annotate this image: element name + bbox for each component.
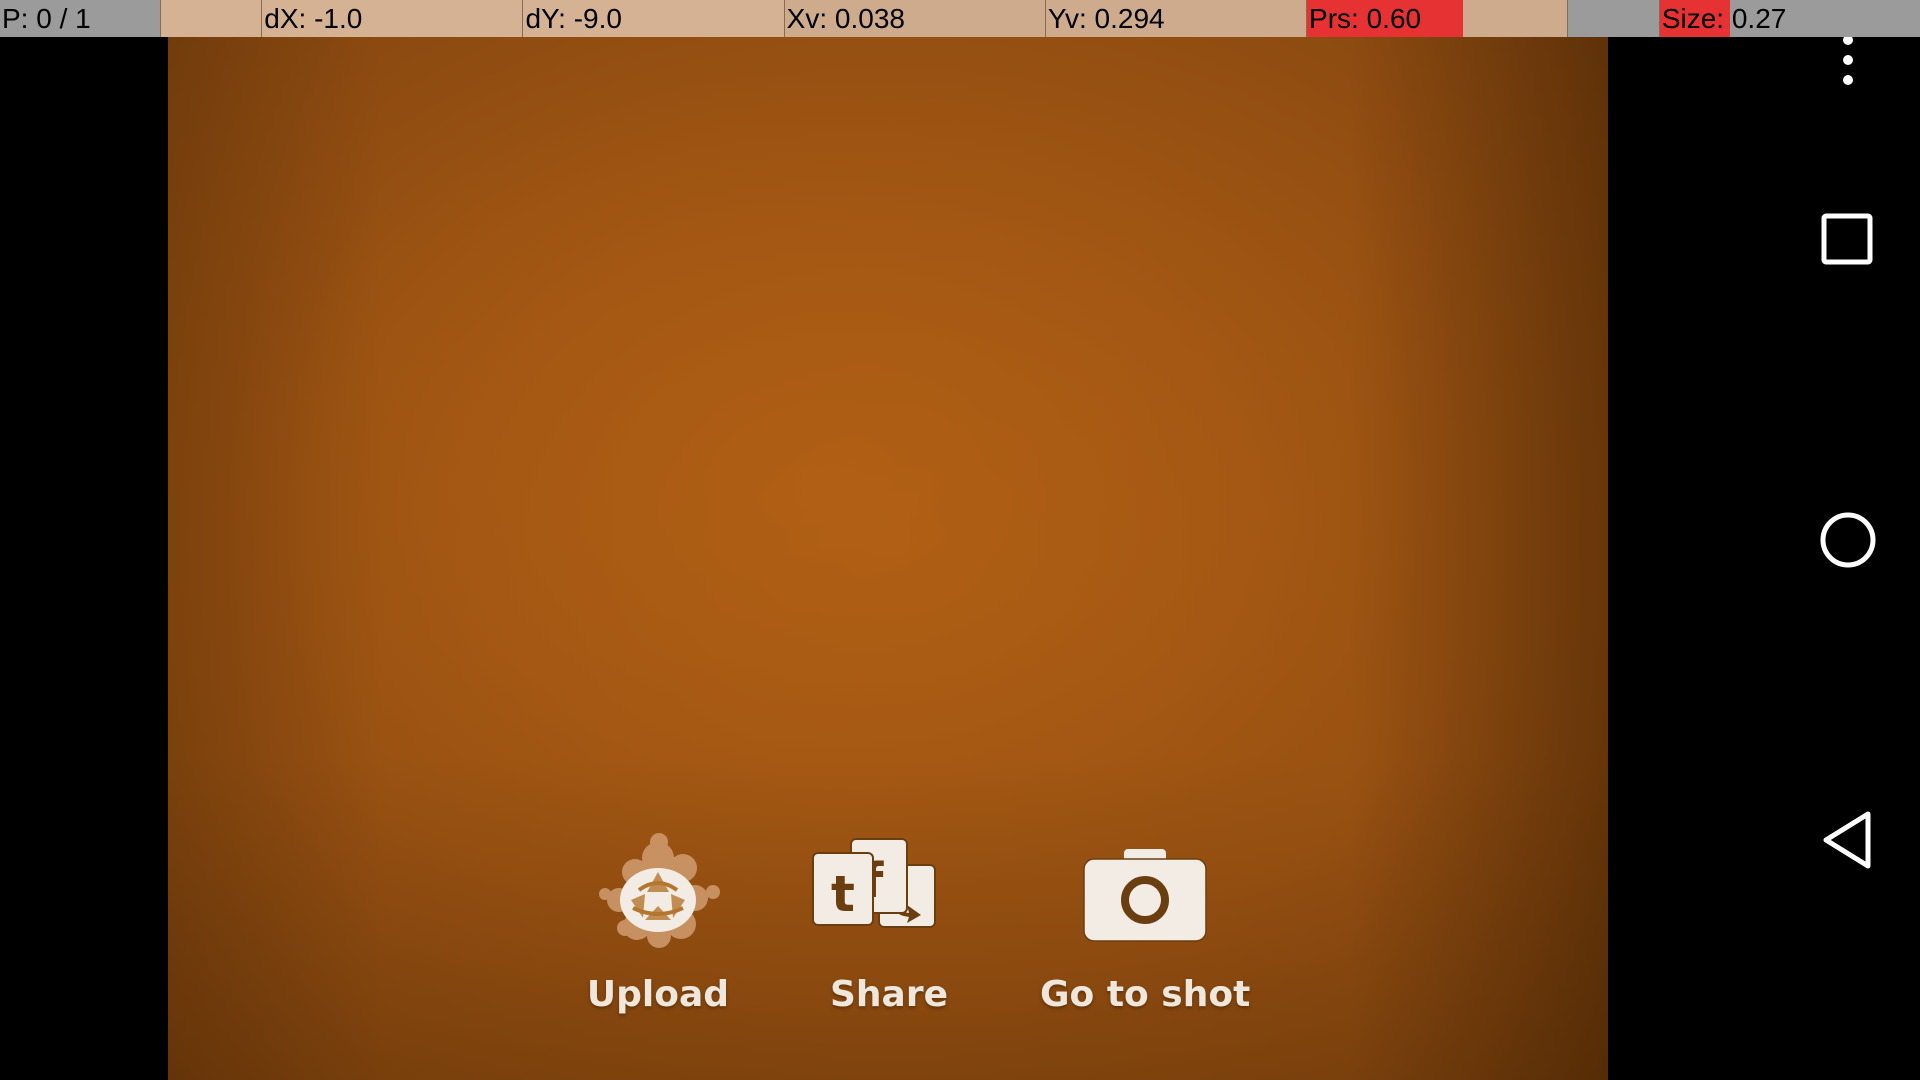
home-circle-icon — [1820, 512, 1876, 568]
pointer-size: Size: 0.27 — [1658, 0, 1920, 37]
pointer-delta-y: dY: -9.0 — [522, 0, 784, 37]
go-to-shot-button[interactable]: Go to shot — [1040, 820, 1250, 1015]
recents-button[interactable] — [1808, 200, 1888, 280]
go-to-shot-label: Go to shot — [1040, 974, 1251, 1015]
back-triangle-icon — [1823, 811, 1871, 869]
pointer-velocity-y: Yv: 0.294 — [1044, 0, 1307, 37]
share-button[interactable]: f t Share — [809, 820, 969, 1015]
pointer-count: P: 0 / 1 — [0, 0, 161, 37]
share-label: Share — [829, 974, 949, 1015]
upload-icon — [578, 820, 738, 970]
share-social-icon: f t — [809, 820, 969, 970]
pointer-pressure: Prs: 0.60 — [1306, 0, 1568, 37]
upload-label: Upload — [586, 974, 730, 1015]
camera-icon — [1065, 820, 1225, 970]
overlay-spacer-2 — [1567, 0, 1659, 37]
overlay-spacer — [160, 0, 262, 37]
home-button[interactable] — [1808, 500, 1888, 580]
back-button[interactable] — [1808, 800, 1888, 880]
pointer-location-overlay: P: 0 / 1 dX: -1.0 dY: -9.0 Xv: 0.038 Yv:… — [0, 0, 1920, 37]
overflow-menu-icon — [1843, 35, 1853, 85]
pointer-delta-x: dX: -1.0 — [261, 0, 523, 37]
upload-button[interactable]: Upload — [578, 820, 738, 1015]
pointer-velocity-x: Xv: 0.038 — [783, 0, 1045, 37]
device-screen: P: 0 / 1 dX: -1.0 dY: -9.0 Xv: 0.038 Yv:… — [0, 0, 1920, 1080]
twitter-glyph: t — [831, 865, 855, 923]
recents-square-icon — [1821, 213, 1873, 265]
